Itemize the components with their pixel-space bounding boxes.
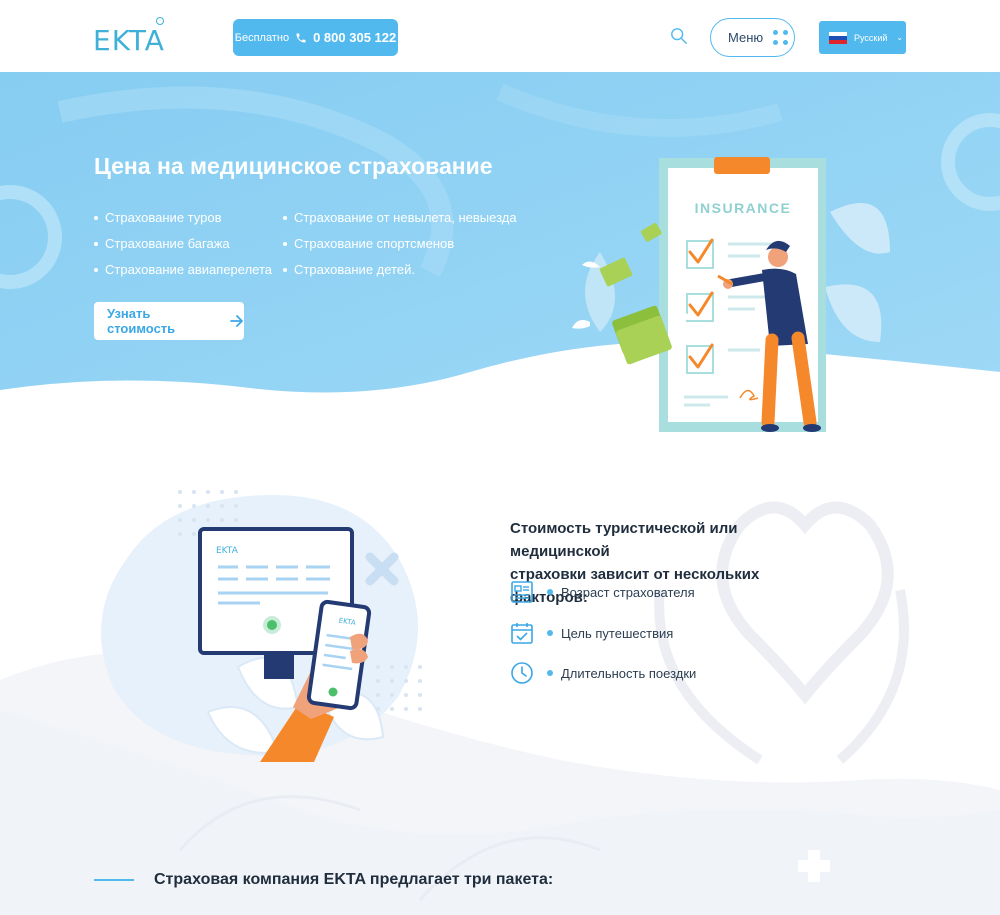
search-icon[interactable] — [670, 27, 688, 45]
factor-label: Длительность поездки — [561, 665, 697, 681]
menu-grid-icon — [773, 30, 789, 45]
devices-illustration: EKTA EKTA — [101, 490, 422, 762]
factors-heading-line1: Стоимость туристической или медицинской — [510, 520, 738, 560]
site-header: EKTA Бесплатно 0 800 305 122 Меню Русски… — [0, 0, 1000, 72]
bullet-dot — [547, 630, 553, 636]
factor-label: Цель путешествия — [561, 625, 674, 641]
service-item: Страхование авиаперелета — [94, 261, 272, 287]
phone-icon — [296, 33, 306, 42]
service-item: Страхование от невылета, невыезда — [283, 209, 517, 235]
get-price-button[interactable]: Узнать стоимость — [94, 302, 244, 340]
bullet-dot — [547, 589, 553, 595]
insurance-clipboard-illustration: INSURANCE — [572, 157, 890, 432]
arrow-right-icon — [230, 315, 243, 327]
factor-item-purpose: Цель путешествия — [510, 620, 673, 646]
service-item: Страхование багажа — [94, 235, 272, 261]
hero-banner: Цена на медицинское страхование Страхова… — [0, 72, 1000, 432]
factor-item-duration: Длительность поездки — [510, 660, 696, 686]
packages-heading: Страховая компания EKTA предлагает три п… — [154, 871, 554, 888]
ekta-logo[interactable]: EKTA — [93, 24, 165, 57]
phone-free-label: Бесплатно — [234, 31, 290, 44]
logo-ring-mark — [156, 17, 164, 25]
service-item: Страхование детей. — [283, 261, 517, 287]
clock-icon — [511, 662, 533, 684]
phone-number: 0 800 305 122 — [313, 30, 397, 45]
factor-item-age: Возраст страхователя — [510, 579, 695, 605]
service-item: Страхование туров — [94, 209, 272, 235]
hero-services-list-1: Страхование туров Страхование багажа Стр… — [94, 209, 272, 287]
calendar-check-icon — [511, 623, 533, 644]
menu-button[interactable]: Меню — [710, 18, 795, 57]
menu-label: Меню — [728, 30, 764, 45]
id-card-icon — [511, 581, 533, 603]
insurance-label: INSURANCE — [695, 200, 792, 216]
bullet-dot — [547, 670, 553, 676]
hero-services-list-2: Страхование от невылета, невыезда Страхо… — [283, 209, 517, 287]
language-selector[interactable]: Русский ⌄ — [819, 21, 906, 54]
factor-label: Возраст страхователя — [561, 584, 695, 600]
language-label: Русский — [854, 32, 888, 43]
free-phone-button[interactable]: Бесплатно 0 800 305 122 — [233, 19, 398, 56]
monitor-logo: EKTA — [216, 546, 239, 556]
cta-label: Узнать стоимость — [107, 306, 176, 336]
packages-heading-row: Страховая компания EKTA предлагает три п… — [94, 871, 553, 889]
russian-flag-icon — [829, 31, 847, 44]
chevron-down-icon: ⌄ — [896, 33, 904, 42]
hero-title: Цена на медицинское страхование — [94, 153, 493, 179]
service-item: Страхование спортсменов — [283, 235, 517, 261]
heading-accent-line — [94, 879, 134, 881]
